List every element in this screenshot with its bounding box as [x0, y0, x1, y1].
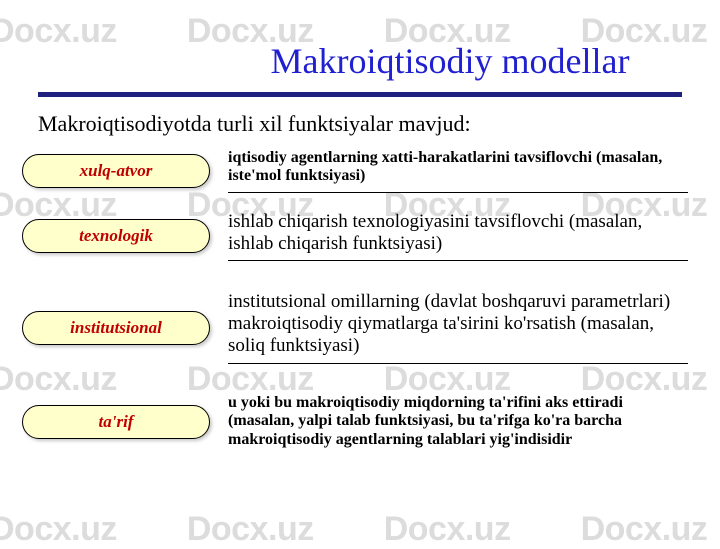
watermark-text: Docx.uz: [581, 510, 708, 549]
rows-container: xulq-atvor iqtisodiy agentlarning xatti-…: [20, 149, 700, 449]
pill-institutsional: institutsional: [22, 311, 210, 345]
row-description: ishlab chiqarish texnologiyasini tavsifl…: [228, 211, 688, 255]
row-texnologik: texnologik ishlab chiqarish texnologiyas…: [22, 211, 698, 262]
pill-label: institutsional: [70, 318, 162, 338]
desc-wrap: iqtisodiy agentlarning xatti-harakatlari…: [228, 149, 698, 193]
row-separator: [228, 192, 688, 193]
desc-wrap: institutsional omillarning (davlat boshq…: [228, 291, 698, 364]
row-xulq-atvor: xulq-atvor iqtisodiy agentlarning xatti-…: [22, 149, 698, 193]
row-description: u yoki bu makroiqtisodiy miqdorning ta'r…: [228, 394, 688, 449]
row-description: institutsional omillarning (davlat boshq…: [228, 291, 688, 357]
pill-texnologik: texnologik: [22, 219, 210, 253]
page-title: Makroiqtisodiy modellar: [200, 40, 700, 82]
watermark-text: Docx.uz: [384, 510, 511, 549]
row-institutsional: institutsional institutsional omillarnin…: [22, 291, 698, 364]
row-description: iqtisodiy agentlarning xatti-harakatlari…: [228, 149, 688, 186]
desc-wrap: ishlab chiqarish texnologiyasini tavsifl…: [228, 211, 698, 262]
pill-label: ta'rif: [99, 412, 134, 432]
pill-tarif: ta'rif: [22, 405, 210, 439]
desc-wrap: u yoki bu makroiqtisodiy miqdorning ta'r…: [228, 394, 698, 449]
pill-label: texnologik: [79, 226, 153, 246]
title-underline: [38, 92, 682, 97]
row-tarif: ta'rif u yoki bu makroiqtisodiy miqdorni…: [22, 394, 698, 449]
pill-xulq-atvor: xulq-atvor: [22, 154, 210, 188]
slide-content: Makroiqtisodiy modellar Makroiqtisodiyot…: [0, 0, 720, 449]
watermark-text: Docx.uz: [187, 510, 314, 549]
intro-text: Makroiqtisodiyotda turli xil funktsiyala…: [38, 111, 700, 137]
row-separator: [228, 363, 688, 364]
pill-label: xulq-atvor: [80, 161, 153, 181]
watermark-text: Docx.uz: [0, 510, 117, 549]
row-separator: [228, 260, 688, 261]
